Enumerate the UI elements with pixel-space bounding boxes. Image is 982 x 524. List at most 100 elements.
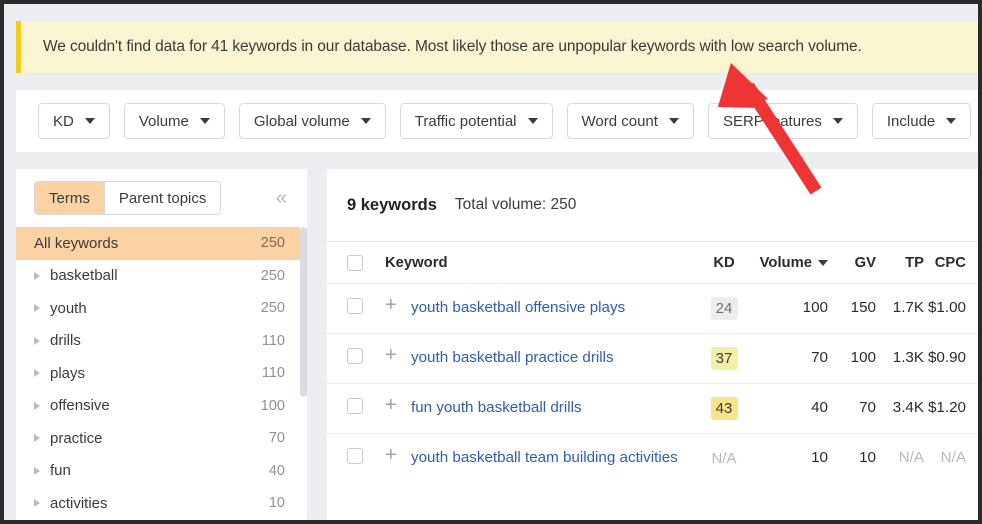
- sidebar-item-fun[interactable]: fun40: [16, 455, 307, 488]
- tab-parent-topics[interactable]: Parent topics: [104, 182, 221, 214]
- chevron-down-icon: [528, 118, 538, 124]
- sidebar-term-list: All keywords250basketball250youth250dril…: [16, 227, 307, 520]
- cpc-value-cell: $1.20: [924, 397, 982, 418]
- sidebar-item-count: 250: [261, 268, 285, 284]
- column-header-volume[interactable]: Volume: [750, 255, 828, 271]
- row-checkbox[interactable]: [347, 348, 363, 364]
- gv-value: 10: [859, 449, 876, 466]
- volume-value-cell: 40: [750, 397, 828, 418]
- sidebar-scrollbar[interactable]: [300, 227, 307, 524]
- volume-value-cell: 100: [750, 297, 828, 318]
- table-row: +youth basketball team building activiti…: [327, 433, 982, 483]
- tp-value: N/A: [899, 449, 924, 466]
- sidebar-item-offensive[interactable]: offensive100: [16, 390, 307, 423]
- row-select-cell: [347, 347, 385, 364]
- tp-value-cell: 3.4K: [876, 397, 924, 418]
- sidebar-item-label: offensive: [50, 397, 261, 414]
- select-all-checkbox[interactable]: [347, 255, 363, 271]
- sidebar-item-label: practice: [50, 430, 269, 447]
- row-checkbox[interactable]: [347, 298, 363, 314]
- volume-value-cell: 10: [750, 447, 828, 468]
- keyword-link[interactable]: fun youth basketball drills: [411, 397, 698, 418]
- select-all-cell: [347, 254, 385, 271]
- kd-cell: 24: [698, 297, 750, 320]
- volume-value: 70: [811, 349, 828, 366]
- kd-badge: 37: [711, 347, 738, 370]
- chevron-down-icon: [361, 118, 371, 124]
- keyword-link[interactable]: youth basketball offensive plays: [411, 297, 698, 318]
- sidebar-item-count: 250: [261, 235, 285, 251]
- expand-triangle-icon[interactable]: [34, 304, 40, 312]
- sidebar-item-activities[interactable]: activities10: [16, 487, 307, 520]
- expand-triangle-icon[interactable]: [34, 434, 40, 442]
- sidebar-item-label: activities: [50, 495, 269, 512]
- sidebar-item-count: 100: [261, 398, 285, 414]
- expand-triangle-icon[interactable]: [34, 337, 40, 345]
- expand-triangle-icon[interactable]: [34, 272, 40, 280]
- row-checkbox[interactable]: [347, 398, 363, 414]
- volume-value: 40: [811, 399, 828, 416]
- table-row: +fun youth basketball drills4340703.4K$1…: [327, 383, 982, 433]
- chevron-down-icon: [200, 118, 210, 124]
- chevron-down-icon: [669, 118, 679, 124]
- add-keyword-plus-icon[interactable]: +: [385, 447, 411, 463]
- sidebar-item-drills[interactable]: drills110: [16, 325, 307, 358]
- tab-terms[interactable]: Terms: [35, 182, 104, 214]
- sidebar-item-youth[interactable]: youth250: [16, 292, 307, 325]
- kd-badge: 24: [711, 297, 738, 320]
- tp-value: 1.3K: [893, 349, 924, 366]
- volume-value: 100: [803, 299, 828, 316]
- filter-button-traffic-potential[interactable]: Traffic potential: [400, 103, 553, 139]
- column-header-cpc[interactable]: CPC: [924, 255, 982, 271]
- add-keyword-plus-icon[interactable]: +: [385, 347, 411, 363]
- warning-banner: We couldn't find data for 41 keywords in…: [16, 21, 982, 73]
- total-volume-label: Total volume: 250: [455, 196, 577, 214]
- cpc-value: $1.00: [928, 299, 966, 316]
- expand-triangle-icon[interactable]: [34, 467, 40, 475]
- gv-value: 100: [851, 349, 876, 366]
- volume-value: 10: [811, 449, 828, 466]
- cpc-value: $1.20: [928, 399, 966, 416]
- collapse-sidebar-icon[interactable]: «: [276, 188, 293, 208]
- expand-triangle-icon[interactable]: [34, 369, 40, 377]
- filter-button-word-count[interactable]: Word count: [567, 103, 694, 139]
- add-keyword-plus-icon[interactable]: +: [385, 397, 411, 413]
- row-checkbox[interactable]: [347, 448, 363, 464]
- keyword-count-label: 9 keywords: [347, 196, 437, 215]
- sidebar-item-all-keywords[interactable]: All keywords250: [16, 227, 307, 260]
- filter-button-include[interactable]: Include: [872, 103, 971, 139]
- sidebar-header: Terms Parent topics «: [16, 169, 307, 227]
- add-keyword-plus-icon[interactable]: +: [385, 297, 411, 313]
- chevron-down-icon: [85, 118, 95, 124]
- kd-cell: 43: [698, 397, 750, 420]
- filter-button-global-volume[interactable]: Global volume: [239, 103, 386, 139]
- cpc-value: N/A: [941, 449, 966, 466]
- sidebar-item-practice[interactable]: practice70: [16, 422, 307, 455]
- sidebar-item-count: 70: [269, 430, 285, 446]
- sidebar-item-count: 110: [262, 333, 285, 349]
- gv-value-cell: 150: [828, 297, 876, 318]
- keyword-link[interactable]: youth basketball team building activitie…: [411, 447, 698, 468]
- filter-button-volume[interactable]: Volume: [124, 103, 225, 139]
- filter-button-kd[interactable]: KD: [38, 103, 110, 139]
- filter-button-label: Include: [887, 113, 935, 130]
- column-header-volume-label: Volume: [760, 255, 812, 271]
- table-row: +youth basketball practice drills 37 70 100…: [327, 333, 982, 383]
- table-header-row: Keyword KD Volume GV TP CPC: [327, 241, 982, 283]
- expand-triangle-icon[interactable]: [34, 499, 40, 507]
- filter-button-serp-features[interactable]: SERP features: [708, 103, 858, 139]
- sidebar-item-plays[interactable]: plays110: [16, 357, 307, 390]
- column-header-keyword[interactable]: Keyword: [385, 255, 698, 271]
- kd-badge: 43: [711, 397, 738, 420]
- column-header-tp[interactable]: TP: [876, 255, 924, 271]
- column-header-gv[interactable]: GV: [828, 255, 876, 271]
- column-header-kd[interactable]: KD: [698, 255, 750, 271]
- expand-triangle-icon[interactable]: [34, 402, 40, 410]
- kd-cell: 37: [698, 347, 750, 370]
- filter-button-label: Volume: [139, 113, 189, 130]
- keyword-link[interactable]: youth basketball practice drills: [411, 347, 698, 368]
- row-select-cell: [347, 397, 385, 414]
- sidebar-item-label: fun: [50, 462, 269, 479]
- sidebar-item-basketball[interactable]: basketball250: [16, 260, 307, 293]
- gv-value-cell: 10: [828, 447, 876, 468]
